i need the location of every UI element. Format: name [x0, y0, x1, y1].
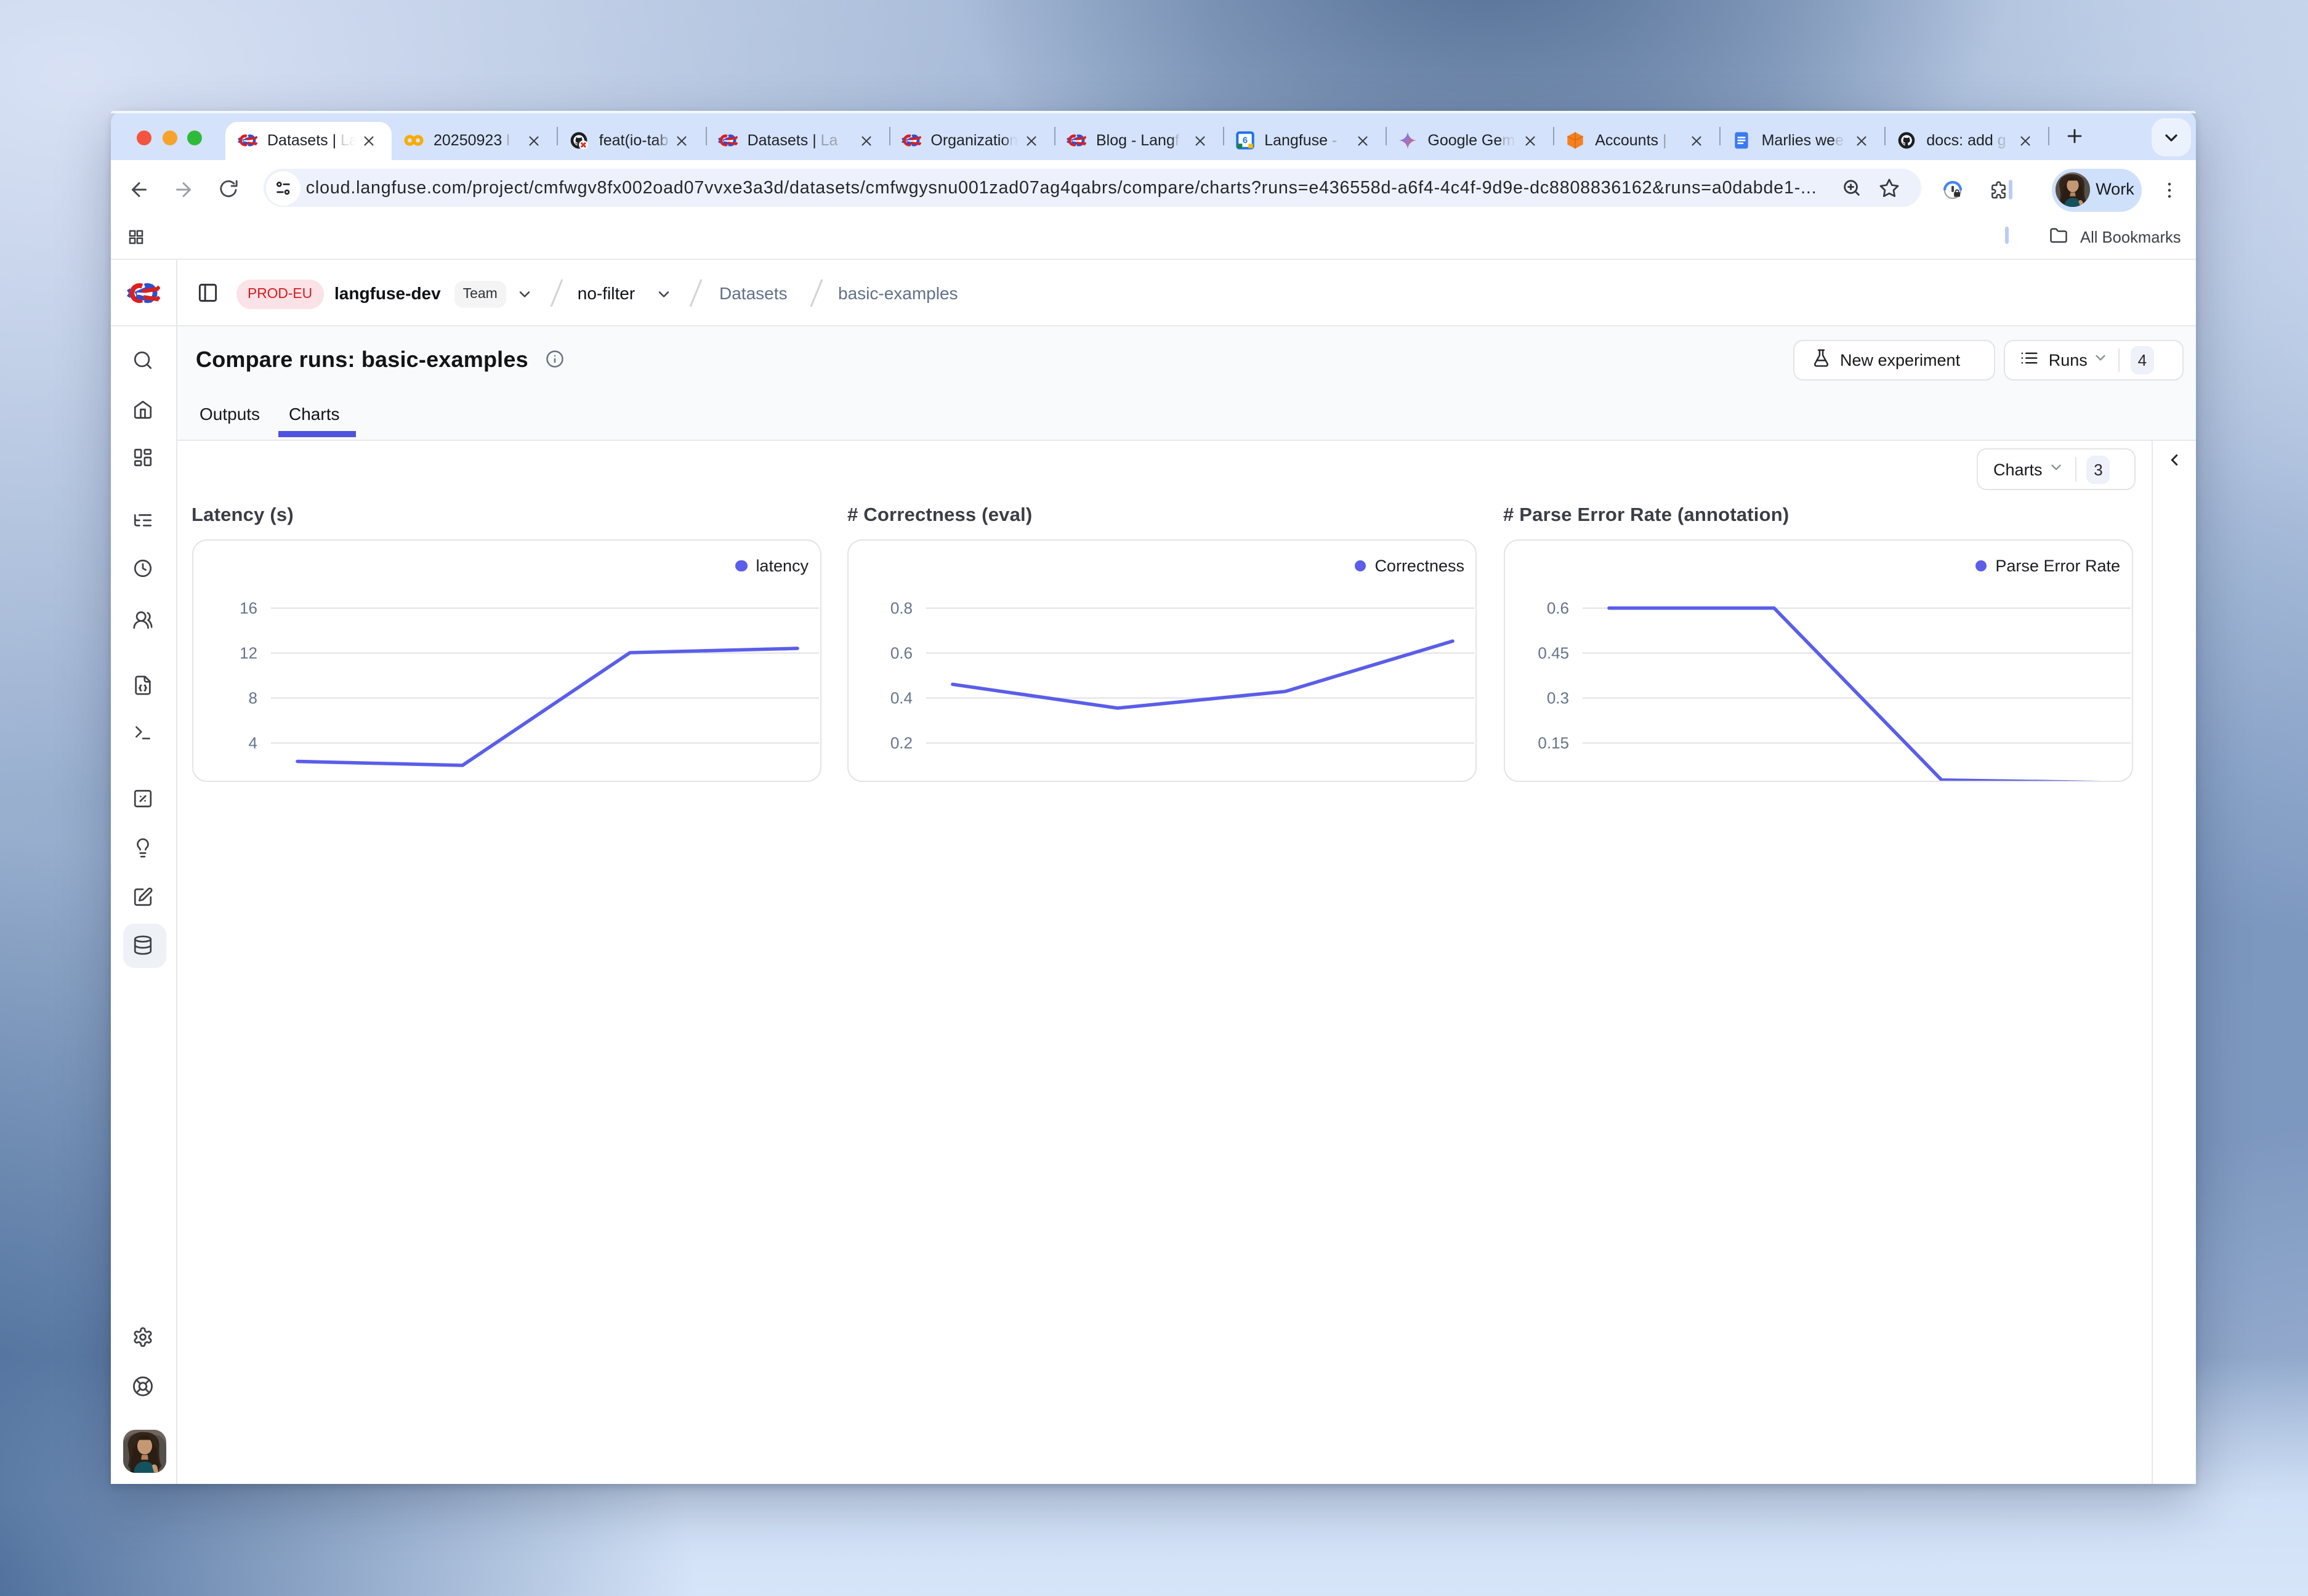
- svg-text:4: 4: [248, 734, 257, 752]
- svg-text:0.6: 0.6: [890, 644, 913, 663]
- svg-text:6: 6: [1242, 136, 1247, 146]
- svg-text:0.4: 0.4: [890, 689, 913, 707]
- svg-text:0.6: 0.6: [1546, 599, 1568, 618]
- svg-text:0.2: 0.2: [890, 734, 913, 752]
- svg-text:0.8: 0.8: [890, 599, 913, 618]
- svg-text:0.3: 0.3: [1546, 689, 1568, 707]
- svg-text:0.45: 0.45: [1537, 644, 1568, 663]
- svg-text:16: 16: [239, 599, 257, 618]
- svg-text:12: 12: [239, 644, 257, 663]
- svg-text:8: 8: [248, 689, 257, 707]
- svg-text:0.15: 0.15: [1537, 734, 1568, 752]
